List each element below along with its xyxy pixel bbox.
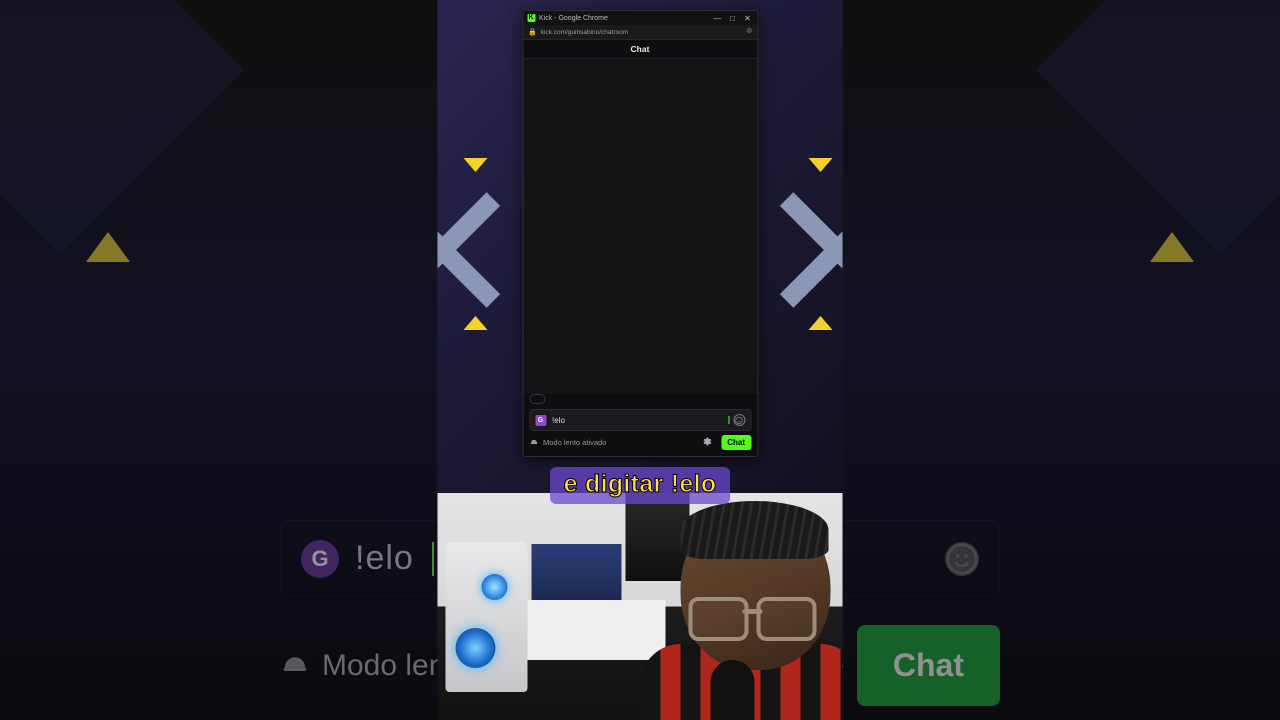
identity-badge-icon: G <box>535 415 546 426</box>
chat-suggestion-row <box>523 394 757 409</box>
window-close-button[interactable]: ✕ <box>742 13 753 24</box>
x-cross-icon <box>438 190 503 310</box>
text-caret <box>432 542 434 576</box>
triangle-up-icon <box>809 316 833 330</box>
chat-send-button[interactable]: Chat <box>721 435 751 450</box>
url-text: kick.com/guihsabino/chatroom <box>541 29 743 36</box>
chat-message-input[interactable] <box>550 415 723 426</box>
x-cross-icon <box>778 190 843 310</box>
slow-mode-label: Modo lento ativado <box>543 438 606 447</box>
echo-slow-label: Modo len <box>322 649 445 683</box>
echo-send-button: Chat <box>857 625 1000 706</box>
text-caret <box>728 416 729 424</box>
chat-settings-button[interactable] <box>701 436 712 449</box>
suggestion-pill[interactable] <box>529 394 545 404</box>
kick-favicon-icon: K <box>527 14 535 22</box>
emoji-picker-button[interactable] <box>733 414 745 426</box>
triangle-down-icon <box>809 158 833 172</box>
chat-message-list[interactable] <box>523 59 757 394</box>
echo-input-text: !elo <box>355 539 414 578</box>
window-titlebar[interactable]: K Kick - Google Chrome — □ ✕ <box>523 11 757 25</box>
slow-mode-icon <box>529 438 538 448</box>
chrome-popup-window: K Kick - Google Chrome — □ ✕ 🔒 kick.com/… <box>522 10 758 457</box>
chat-footer: Modo lento ativado Chat <box>523 435 757 456</box>
window-title: Kick - Google Chrome <box>539 15 708 22</box>
lock-icon: 🔒 <box>528 28 537 36</box>
identity-icon: G <box>301 540 339 578</box>
column-upper: K Kick - Google Chrome — □ ✕ 🔒 kick.com/… <box>438 0 843 493</box>
video-column: K Kick - Google Chrome — □ ✕ 🔒 kick.com/… <box>438 0 843 720</box>
triangle-down-icon <box>464 158 488 172</box>
streamer-figure <box>631 495 843 720</box>
slow-mode-icon <box>280 651 310 681</box>
emoji-icon <box>945 542 979 576</box>
microphone-icon <box>711 660 755 720</box>
translate-icon[interactable]: ⦾ <box>746 28 752 36</box>
triangle-up-icon <box>464 316 488 330</box>
webcam-feed <box>438 493 843 720</box>
browser-address-bar[interactable]: 🔒 kick.com/guihsabino/chatroom ⦾ <box>523 25 757 40</box>
window-maximize-button[interactable]: □ <box>727 13 738 24</box>
window-minimize-button[interactable]: — <box>712 13 723 24</box>
chat-header-title: Chat <box>523 40 757 59</box>
video-subtitle: e digitar !elo <box>550 467 731 504</box>
chat-input-row[interactable]: G <box>529 409 751 431</box>
